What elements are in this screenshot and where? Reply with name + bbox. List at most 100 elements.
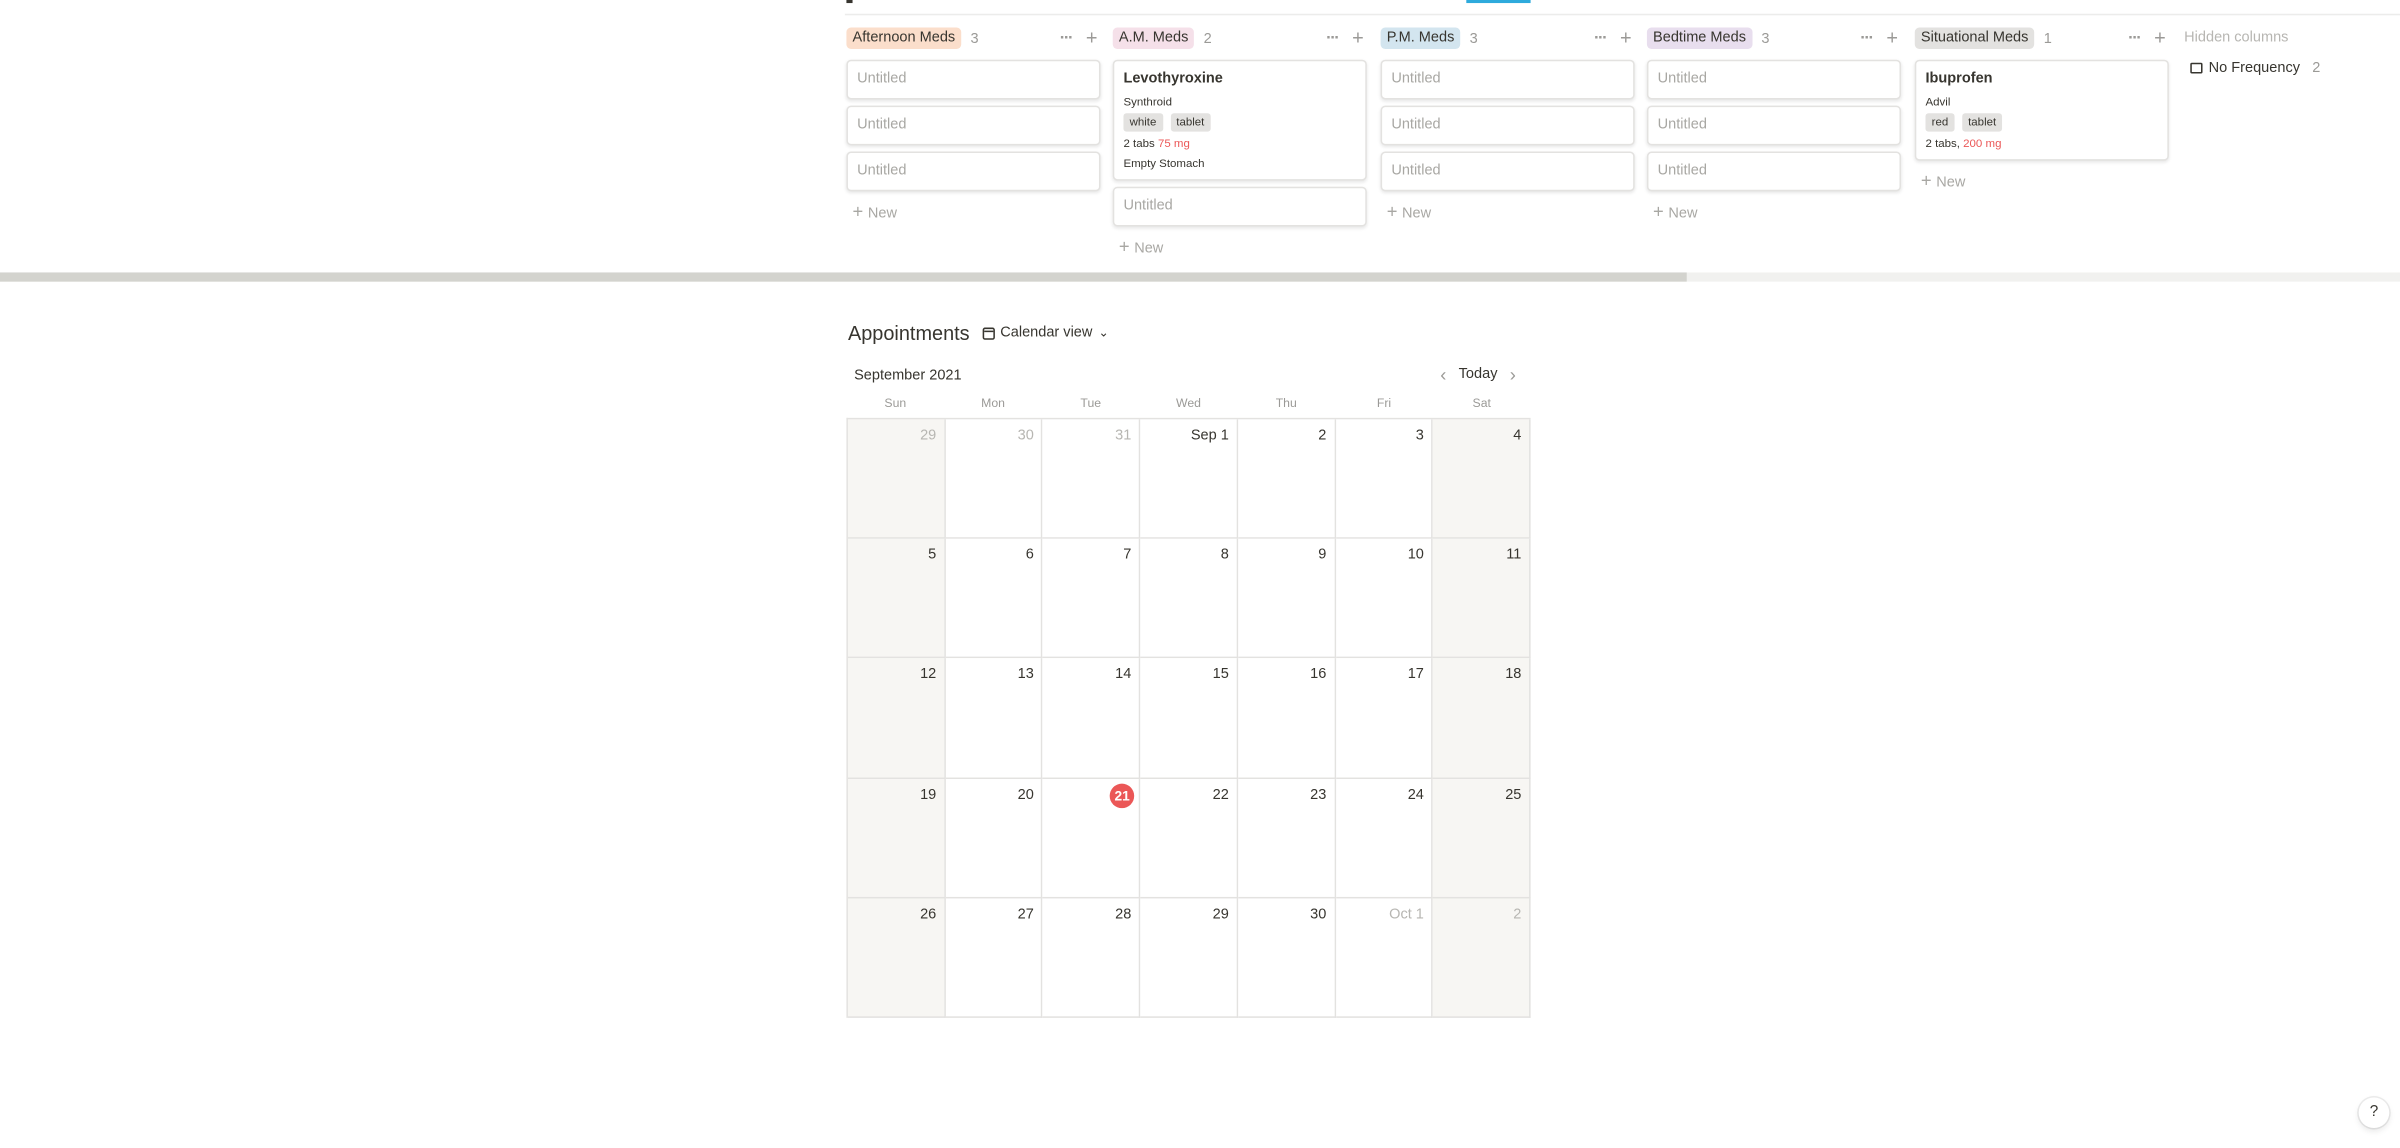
view-switcher-button[interactable]: Calendar view ⌄ bbox=[981, 324, 1109, 341]
untitled-card[interactable]: Untitled bbox=[846, 151, 1101, 192]
weekday-label: Sun bbox=[884, 396, 907, 411]
hidden-column-label: No Frequency bbox=[2208, 59, 2300, 77]
untitled-card[interactable]: Untitled bbox=[1646, 59, 1902, 100]
view-tabs-divider bbox=[844, 13, 2400, 16]
plus-icon[interactable]: + bbox=[1086, 28, 1098, 48]
hidden-column-count: 2 bbox=[2312, 59, 2321, 77]
calendar-day-cell[interactable]: 16 bbox=[1238, 658, 1336, 779]
new-card-button[interactable]: + New bbox=[1647, 197, 1901, 231]
plus-icon[interactable]: + bbox=[1620, 28, 1632, 48]
column-label[interactable]: Bedtime Meds bbox=[1646, 27, 1753, 49]
calendar-day-cell[interactable]: 17 bbox=[1335, 658, 1434, 779]
new-card-button[interactable]: + New bbox=[846, 197, 1100, 231]
calendar-day-cell[interactable]: 29 bbox=[1140, 898, 1239, 1018]
calendar-day-cell[interactable]: 9 bbox=[1238, 539, 1336, 659]
day-number: 4 bbox=[1513, 427, 1522, 444]
calendar-day-cell[interactable]: 5 bbox=[847, 539, 946, 659]
calendar-day-cell[interactable]: 4 bbox=[1433, 419, 1531, 540]
untitled-card[interactable]: Untitled bbox=[1380, 151, 1635, 192]
more-icon[interactable]: ··· bbox=[1060, 29, 1074, 47]
calendar-day-cell[interactable]: 27 bbox=[945, 898, 1043, 1018]
board-column: Afternoon Meds 3 ··· + Untitled Untitled Untit… bbox=[846, 26, 1101, 231]
help-button[interactable]: ? bbox=[2358, 1097, 2390, 1129]
chevron-right-icon[interactable]: › bbox=[1510, 365, 1516, 383]
calendar-day-cell[interactable]: 8 bbox=[1140, 539, 1239, 659]
calendar-day-cell[interactable]: 19 bbox=[847, 778, 946, 899]
active-view-indicator bbox=[1466, 0, 1531, 4]
day-number: Sep 1 bbox=[1190, 427, 1229, 444]
calendar-day-cell[interactable]: 2 bbox=[1433, 898, 1531, 1018]
untitled-card[interactable]: Untitled bbox=[846, 105, 1101, 146]
strength: 75 mg bbox=[1157, 136, 1190, 150]
column-label[interactable]: Afternoon Meds bbox=[846, 27, 962, 49]
calendar-day-cell[interactable]: 20 bbox=[945, 778, 1043, 899]
untitled-card[interactable]: Untitled bbox=[846, 59, 1101, 100]
column-label[interactable]: P.M. Meds bbox=[1380, 27, 1461, 49]
calendar-day-cell[interactable]: 26 bbox=[847, 898, 946, 1018]
weekday-label: Thu bbox=[1275, 396, 1297, 411]
column-actions: ··· + bbox=[2128, 28, 2166, 48]
untitled-card[interactable]: Untitled bbox=[1646, 151, 1902, 192]
column-label[interactable]: A.M. Meds bbox=[1112, 27, 1195, 49]
calendar-day-cell[interactable]: 28 bbox=[1042, 898, 1141, 1018]
calendar-day-cell[interactable]: 23 bbox=[1238, 778, 1336, 899]
calendar-day-cell[interactable]: 15 bbox=[1140, 658, 1239, 779]
calendar-day-cell[interactable]: 13 bbox=[945, 658, 1043, 779]
hidden-column-no-frequency[interactable]: No Frequency 2 bbox=[2184, 60, 2383, 77]
new-card-button[interactable]: + New bbox=[1113, 233, 1367, 267]
today-button[interactable]: Today bbox=[1459, 366, 1498, 383]
new-card-button[interactable]: + New bbox=[1381, 197, 1635, 231]
more-icon[interactable]: ··· bbox=[1594, 29, 1608, 47]
horizontal-scrollbar-thumb[interactable] bbox=[0, 272, 1687, 282]
appointments-header: Appointments Calendar view ⌄ bbox=[848, 321, 1109, 344]
new-card-button[interactable]: + New bbox=[1915, 167, 2169, 201]
calendar-day-cell[interactable]: 31 bbox=[1042, 419, 1141, 540]
calendar-day-cell[interactable]: 2 bbox=[1238, 419, 1336, 540]
calendar-day-cell[interactable]: 24 bbox=[1335, 778, 1434, 899]
medication-card[interactable]: Ibuprofen Advil red tablet 2 tabs, 200 mg bbox=[1914, 59, 2169, 161]
more-icon[interactable]: ··· bbox=[1860, 29, 1874, 47]
calendar-day-cell[interactable]: 3 bbox=[1335, 419, 1434, 540]
untitled-card[interactable]: Untitled bbox=[1380, 59, 1635, 100]
plus-icon[interactable]: + bbox=[1886, 28, 1898, 48]
calendar-day-cell[interactable]: 22 bbox=[1140, 778, 1239, 899]
dose: 2 tabs, bbox=[1925, 136, 1960, 150]
plus-icon: + bbox=[1386, 200, 1398, 222]
column-count: 2 bbox=[1203, 29, 1212, 47]
hidden-columns: Hidden columns No Frequency 2 bbox=[2184, 26, 2383, 77]
column-actions: ··· + bbox=[1594, 28, 1632, 48]
calendar-day-cell[interactable]: 12 bbox=[847, 658, 946, 779]
column-header: A.M. Meds 2 ··· + bbox=[1112, 26, 1367, 50]
calendar-day-cell[interactable]: 11 bbox=[1433, 539, 1531, 659]
calendar-day-cell[interactable]: Sep 1 bbox=[1140, 419, 1239, 540]
calendar-day-cell[interactable]: 14 bbox=[1042, 658, 1141, 779]
more-icon[interactable]: ··· bbox=[2128, 29, 2142, 47]
column-label[interactable]: Situational Meds bbox=[1914, 27, 2035, 49]
chevron-left-icon[interactable]: ‹ bbox=[1440, 365, 1446, 383]
card-list: Untitled Untitled Untitled bbox=[1646, 59, 1902, 192]
calendar-day-cell[interactable]: 30 bbox=[945, 419, 1043, 540]
day-number: 30 bbox=[1017, 427, 1034, 444]
more-icon[interactable]: ··· bbox=[1326, 29, 1340, 47]
day-number: 2 bbox=[1513, 905, 1522, 923]
calendar-day-cell[interactable]: 10 bbox=[1335, 539, 1434, 659]
plus-icon[interactable]: + bbox=[1352, 28, 1364, 48]
calendar-day-cell[interactable]: 18 bbox=[1433, 658, 1531, 779]
new-card-label: New bbox=[1668, 205, 1698, 222]
plus-icon[interactable]: + bbox=[2154, 28, 2166, 48]
calendar-day-cell[interactable]: 21 bbox=[1042, 778, 1141, 899]
calendar-day-cell[interactable]: Oct 1 bbox=[1335, 898, 1434, 1018]
untitled-card[interactable]: Untitled bbox=[1112, 186, 1367, 227]
day-number: 15 bbox=[1212, 666, 1229, 684]
day-number: 22 bbox=[1212, 786, 1229, 803]
calendar-day-cell[interactable]: 7 bbox=[1042, 539, 1141, 659]
calendar-day-cell[interactable]: 25 bbox=[1433, 778, 1531, 899]
medication-card[interactable]: Levothyroxine Synthroid white tablet 2 tabs … bbox=[1112, 59, 1367, 181]
calendar-day-cell[interactable]: 30 bbox=[1238, 898, 1336, 1018]
calendar-day-cell[interactable]: 6 bbox=[945, 539, 1043, 659]
day-number: 20 bbox=[1017, 786, 1034, 803]
calendar-day-cell[interactable]: 29 bbox=[847, 419, 946, 540]
untitled-card[interactable]: Untitled bbox=[1380, 105, 1635, 146]
day-number: 5 bbox=[928, 546, 937, 564]
untitled-card[interactable]: Untitled bbox=[1646, 105, 1902, 146]
